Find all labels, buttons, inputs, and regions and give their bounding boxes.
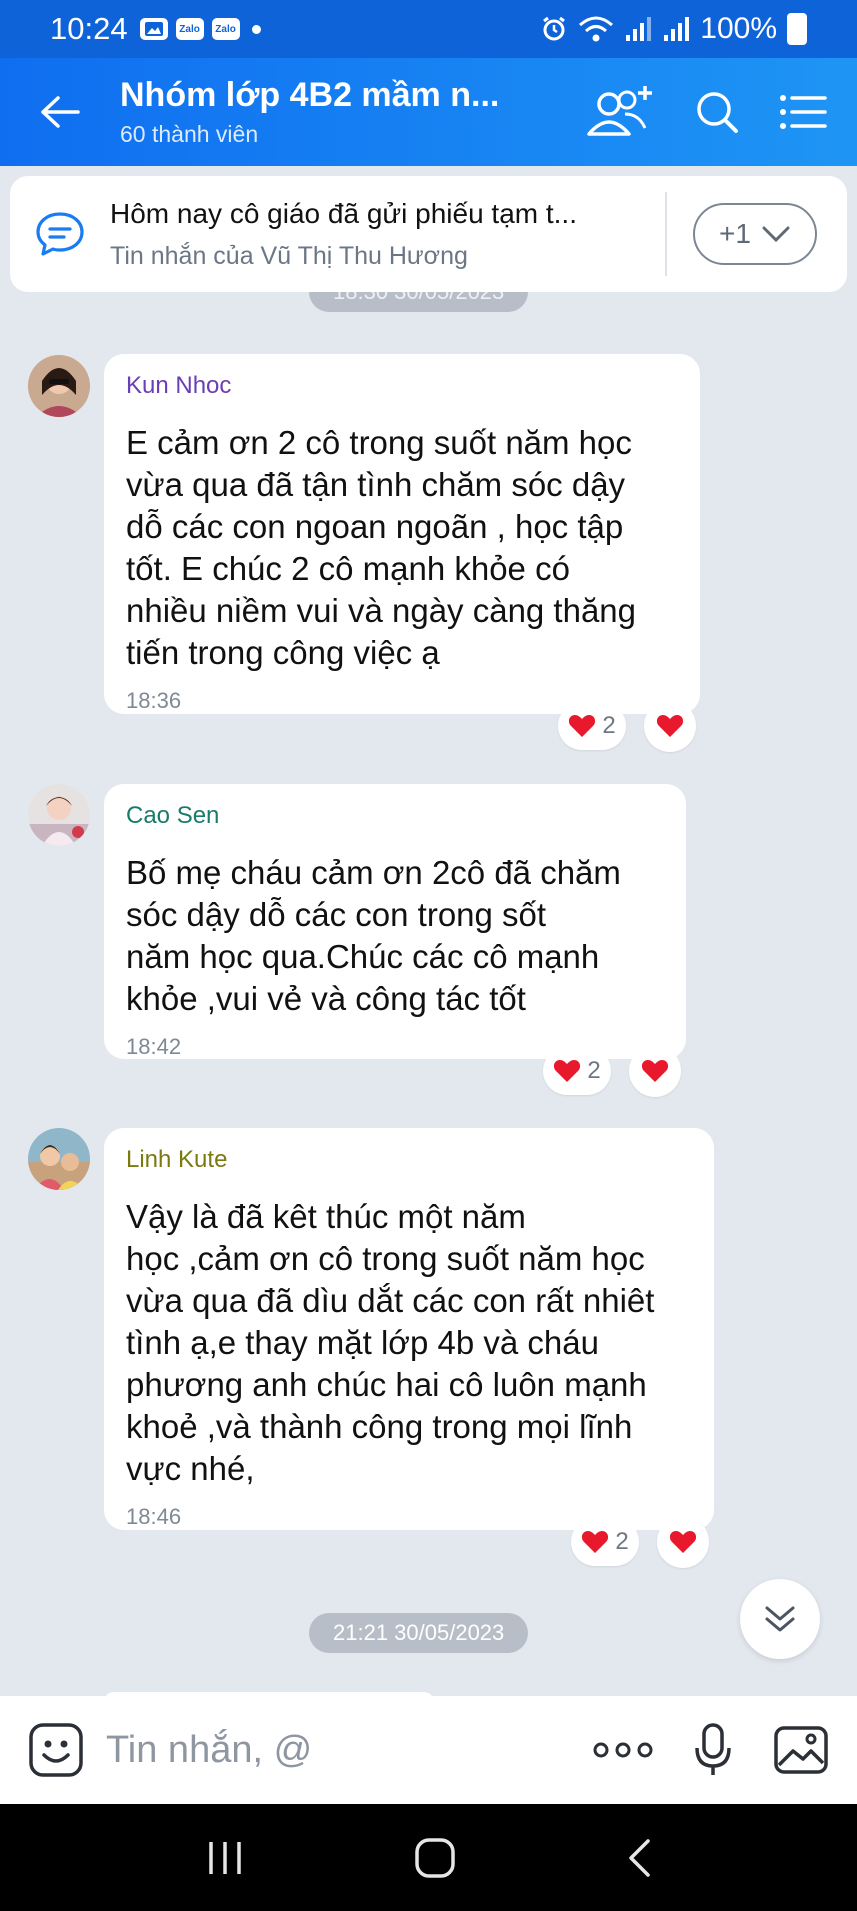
react-heart-button[interactable] [657, 1516, 709, 1568]
group-info[interactable]: Nhóm lớp 4B2 mầm n... 60 thành viên [120, 76, 583, 148]
home-icon[interactable] [414, 1837, 456, 1879]
heart-icon [554, 1060, 581, 1082]
message-input-bar: Tin nhắn, @ [0, 1696, 857, 1804]
more-pinned-count: +1 [719, 218, 751, 249]
heart-icon [569, 715, 596, 737]
recent-apps-icon[interactable] [205, 1840, 245, 1876]
reaction-count: 2 [615, 1528, 629, 1555]
avatar-photo [28, 355, 90, 417]
more-options-icon[interactable] [593, 1740, 653, 1760]
heart-icon [582, 1531, 609, 1553]
reaction-summary[interactable]: 2 [543, 1047, 611, 1095]
sticker-emoji-icon[interactable] [28, 1722, 84, 1778]
sender-name: Cao Sen [126, 802, 220, 829]
message-text: Vậy là đã kêt thúc một năm học ,cảm ơn c… [126, 1198, 655, 1487]
message-text: E cảm ơn 2 cô trong suốt năm học vừa qua… [126, 424, 637, 671]
member-count: 60 thành viên [120, 121, 259, 147]
pinned-subtitle: Tin nhắn của Vũ Thị Thu Hương [110, 241, 468, 270]
menu-list-icon[interactable] [779, 94, 827, 130]
heart-icon [669, 1531, 697, 1553]
message-bubble[interactable]: Linh Kute Vậy là đã kêt thúc một năm học… [104, 1128, 714, 1530]
signal-icon-2 [664, 17, 690, 41]
heart-icon [656, 715, 684, 737]
back-nav-icon[interactable] [626, 1838, 652, 1878]
scroll-to-bottom-button[interactable] [740, 1579, 820, 1659]
chat-header: Nhóm lớp 4B2 mầm n... 60 thành viên [0, 58, 857, 166]
reaction-count: 2 [602, 712, 616, 739]
battery-percent: 100% [700, 12, 777, 45]
divider [665, 192, 667, 276]
chat-bubble-icon [36, 212, 84, 256]
avatar-photo [28, 784, 90, 846]
zalo-notification-icon: Zalo [175, 18, 204, 40]
reaction-summary[interactable]: 2 [558, 702, 626, 750]
more-notifications-dot [251, 24, 261, 34]
chevron-down-icon [762, 226, 790, 243]
more-pinned-button[interactable]: +1 [693, 203, 817, 265]
back-arrow-icon [41, 96, 80, 128]
reaction-summary[interactable]: 2 [571, 1518, 639, 1566]
signal-icon [626, 17, 652, 41]
status-bar: 10:24 Zalo Zalo 100% [0, 0, 857, 58]
avatar[interactable] [28, 355, 90, 417]
sender-name: Kun Nhoc [126, 372, 232, 399]
react-heart-button[interactable] [629, 1045, 681, 1097]
date-separator: 21:21 30/05/2023 [309, 1613, 529, 1653]
message-bubble[interactable]: Kun Nhoc E cảm ơn 2 cô trong suốt năm họ… [104, 354, 700, 714]
avatar[interactable] [28, 1128, 90, 1190]
message-bubble[interactable]: Cao Sen Bố mẹ cháu cảm ơn 2cô đã chăm só… [104, 784, 686, 1059]
pinned-message[interactable]: Hôm nay cô giáo đã gửi phiếu tạm t... Ti… [10, 176, 847, 292]
heart-icon [641, 1060, 669, 1082]
add-member-icon[interactable] [583, 84, 655, 140]
react-heart-button[interactable] [644, 700, 696, 752]
alarm-icon [543, 16, 566, 41]
back-button[interactable] [0, 58, 120, 166]
group-name: Nhóm lớp 4B2 mầm n... [120, 76, 500, 114]
avatar-photo [28, 1128, 90, 1190]
avatar[interactable] [28, 784, 90, 846]
zalo-notification-icon-2: Zalo [211, 18, 240, 40]
microphone-icon[interactable] [693, 1722, 733, 1778]
battery-icon [787, 13, 807, 45]
reaction-count: 2 [587, 1057, 601, 1084]
search-icon[interactable] [695, 90, 739, 134]
image-gallery-icon[interactable] [773, 1725, 829, 1775]
wifi-icon [579, 16, 614, 42]
message-input[interactable]: Tin nhắn, @ [106, 1729, 593, 1772]
system-nav-bar [0, 1804, 857, 1911]
pinned-title: Hôm nay cô giáo đã gửi phiếu tạm t... [110, 197, 577, 229]
double-chevron-down-icon [765, 1606, 795, 1632]
sender-name: Linh Kute [126, 1146, 228, 1173]
gallery-notification-icon [139, 18, 168, 40]
status-time: 10:24 [50, 11, 128, 46]
message-text: Bố mẹ cháu cảm ơn 2cô đã chăm sóc dậy dỗ… [126, 854, 621, 1017]
